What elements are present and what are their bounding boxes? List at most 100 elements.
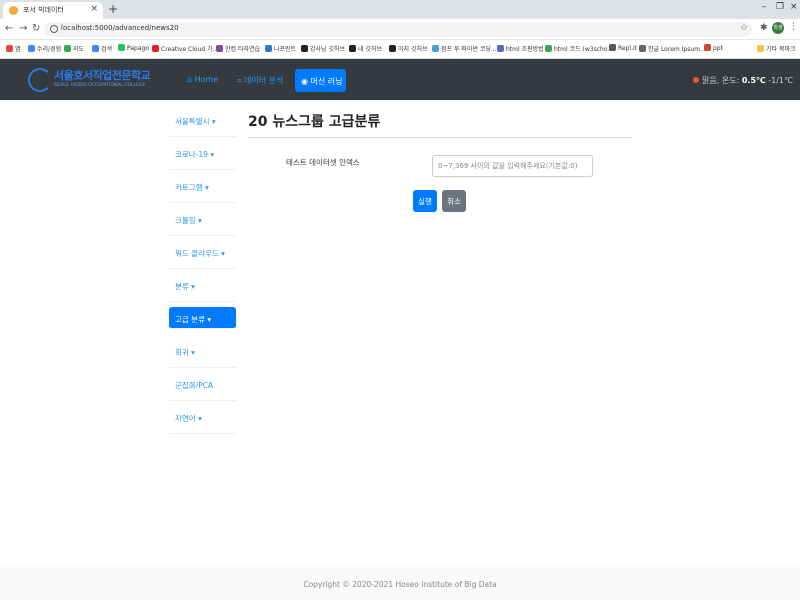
sidebar-item[interactable]: 군집화/PCA: [169, 368, 236, 401]
sidebar-item-label: 분류 ▾: [175, 282, 195, 291]
bookmark-icon: [265, 45, 272, 52]
bookmark-label: html 코드 (w3scho...: [554, 46, 614, 53]
info-icon[interactable]: [50, 25, 58, 33]
bookmark-item[interactable]: 수리/경험: [28, 44, 61, 53]
bookmark-icon: [216, 45, 223, 52]
weather-range: -1/1℃: [768, 76, 793, 85]
logo-mark-icon: [28, 68, 52, 92]
bookmark-label: 이지 깃허브: [398, 46, 428, 53]
address-bar: ← → ↻ localhost:5000/advanced/news20 ☆: [0, 19, 800, 40]
bookmark-label: Repl.it: [618, 45, 637, 52]
bookmark-star-icon[interactable]: ☆: [740, 23, 748, 33]
bookmark-icon: [301, 45, 308, 52]
bookmark-label: 내 깃허브: [358, 46, 382, 53]
bookmark-icon: [757, 45, 764, 52]
bookmark-icon: [28, 45, 35, 52]
close-window-icon[interactable]: ×: [790, 2, 798, 12]
tab-title: 포서 빅데이터: [23, 6, 64, 14]
bookmark-icon: [64, 45, 71, 52]
bookmark-label: 수리/경험: [37, 46, 62, 53]
cancel-button[interactable]: 취소: [442, 190, 466, 212]
sidebar-item[interactable]: 코로나-19 ▾: [169, 137, 236, 170]
bookmark-item[interactable]: Creative Cloud 가...: [152, 44, 218, 53]
bookmark-item[interactable]: 강사님 깃허브: [301, 44, 345, 53]
sidebar-item-label: 워드 클라우드 ▾: [175, 249, 225, 258]
sidebar-item[interactable]: 워드 클라우드 ▾: [169, 236, 236, 269]
bookmark-item[interactable]: 내 깃허브: [349, 44, 382, 53]
bookmark-item[interactable]: html 코드 (w3scho...: [545, 44, 613, 53]
sidebar-item[interactable]: 카토그램 ▾: [169, 170, 236, 203]
bookmark-item[interactable]: 한컴 타자연습: [216, 44, 260, 53]
bookmark-icon: [92, 45, 99, 52]
sidebar-item[interactable]: 고급 분류 ▾: [169, 307, 236, 329]
close-tab-icon[interactable]: ×: [90, 4, 98, 14]
minimize-icon[interactable]: –: [762, 2, 767, 12]
new-tab-icon[interactable]: +: [108, 2, 118, 16]
bookmark-item[interactable]: 나프린트: [265, 44, 296, 53]
title-divider: [248, 137, 632, 138]
bookmark-item[interactable]: 한글 Lorem Ipsum...: [639, 44, 706, 53]
bookmark-icon: [545, 45, 552, 52]
sidebar: 서울특별시 ▾ 코로나-19 ▾ 카토그램 ▾ 크롤링 ▾ 워드 클라우드 ▾ 분류 ▾ 고…: [169, 104, 236, 434]
logo-title: 서울호서직업전문학교: [54, 69, 151, 82]
nav-machine-learning[interactable]: ◉ 머신 러닝: [295, 69, 346, 92]
bookmark-item[interactable]: 이지 깃허브: [389, 44, 428, 53]
sidebar-item-label: 카토그램 ▾: [175, 183, 209, 192]
sidebar-item[interactable]: 회귀 ▾: [169, 335, 236, 368]
copyright-text: Copyright © 2020-2021 Hoseo Institute of…: [303, 580, 497, 589]
sidebar-item[interactable]: 분류 ▾: [169, 269, 236, 302]
nav-home[interactable]: ⌂ Home: [187, 75, 218, 84]
bookmark-label: 한글 Lorem Ipsum...: [648, 46, 706, 53]
sidebar-item[interactable]: 크롤링 ▾: [169, 203, 236, 236]
dataset-index-input[interactable]: [432, 155, 593, 177]
bookmark-item[interactable]: 검색: [92, 44, 112, 53]
weather-icon: [693, 77, 700, 83]
sidebar-item[interactable]: 서울특별시 ▾: [169, 104, 236, 137]
bookmark-item[interactable]: html 조판방법: [497, 44, 544, 53]
back-icon[interactable]: ←: [5, 23, 13, 34]
sidebar-item-label: 회귀 ▾: [175, 348, 195, 357]
bookmark-icon: [152, 45, 159, 52]
bookmark-label: 기타 북마크: [766, 46, 796, 53]
url-field[interactable]: localhost:5000/advanced/news20 ☆: [44, 22, 752, 37]
bookmark-icon: [432, 45, 439, 52]
bookmark-icon: [704, 44, 711, 51]
browser-tab[interactable]: 포서 빅데이터 ×: [3, 2, 103, 19]
forward-icon[interactable]: →: [19, 23, 27, 34]
nav-machine-learning-label: ◉ 머신 러닝: [301, 77, 343, 86]
bookmark-item[interactable]: Papago: [118, 44, 149, 52]
bookmark-item[interactable]: 지도: [64, 44, 84, 53]
run-button[interactable]: 실행: [413, 190, 437, 212]
bookmark-item[interactable]: Repl.it: [609, 44, 637, 52]
bookmark-item[interactable]: ppt: [704, 44, 723, 52]
url-text[interactable]: localhost:5000/advanced/news20: [61, 24, 179, 32]
site-logo[interactable]: 서울호서직업전문학교 SEOUL HOSEO OCCUPATIONAL COLL…: [28, 66, 151, 94]
bookmark-icon: [497, 45, 504, 52]
bookmark-label: Creative Cloud 가...: [161, 46, 219, 53]
bookmark-label: ppt: [713, 45, 723, 52]
sidebar-item-label: 서울특별시 ▾: [175, 117, 216, 126]
sidebar-item-label: 고급 분류 ▾: [175, 315, 212, 324]
bookmark-label: 나프린트: [274, 46, 297, 53]
browser-menu-icon[interactable]: ⋮: [789, 22, 798, 32]
extensions-icon[interactable]: ✱: [760, 23, 768, 33]
bookmark-label: 점프 투 파이썬 코딩...: [441, 46, 497, 53]
sidebar-item[interactable]: 자연어 ▾: [169, 401, 236, 434]
reload-icon[interactable]: ↻: [32, 23, 40, 34]
bookmark-icon: [639, 45, 646, 52]
bookmark-icon: [389, 45, 396, 52]
weather-temp: 0.5℃: [741, 76, 766, 85]
bookmark-item[interactable]: 앱: [6, 44, 21, 53]
bookmarks-bar: 앱 수리/경험 지도 검색 Papago Creative Cloud 가... 한컴 타자…: [0, 40, 800, 59]
weather-widget: 맑음, 온도: 0.5℃ -1/1℃: [693, 75, 793, 86]
bookmark-icon: [349, 45, 356, 52]
profile-avatar[interactable]: 학생: [772, 22, 784, 34]
sidebar-item-label: 크롤링 ▾: [175, 216, 202, 225]
favicon-icon: [9, 6, 18, 15]
nav-data-analysis[interactable]: ⌗ 데이터 분석: [237, 75, 283, 86]
bookmark-label: Papago: [127, 45, 149, 52]
restore-icon[interactable]: ❐: [776, 2, 784, 12]
page-title: 20 뉴스그룹 고급분류: [248, 114, 381, 130]
bookmark-item[interactable]: 기타 북마크: [757, 44, 796, 53]
bookmark-item[interactable]: 점프 투 파이썬 코딩...: [432, 44, 497, 53]
